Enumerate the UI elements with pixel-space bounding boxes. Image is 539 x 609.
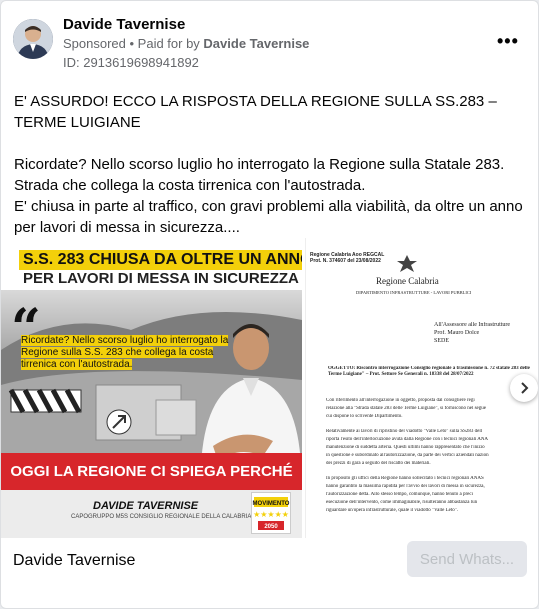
- politician-photo: [193, 306, 301, 466]
- doc-body-line: Con riferimento all'interrogazione in og…: [326, 398, 475, 403]
- svg-text:★★★★★: ★★★★★: [253, 510, 289, 519]
- doc-body-line: l'autorizzazione detta. Allo stesso temp…: [326, 492, 473, 497]
- signature-role: CAPOGRUPPO M5S CONSIGLIO REGIONALE DELLA…: [71, 514, 252, 520]
- regione-emblem-icon: [397, 255, 417, 272]
- doc-body-line: riguardare un'opera infrastrutturale, qu…: [326, 508, 459, 514]
- carousel-image-2[interactable]: Regione Calabria Aoo REGCAL Prot. N. 374…: [305, 238, 538, 538]
- red-banner: OGGI LA REGIONE CI SPIEGA PERCHÉ: [1, 453, 302, 490]
- protocol-stamp: Regione Calabria Aoo REGCAL Prot. N. 374…: [310, 252, 385, 264]
- paid-for-prefix: • Paid for by: [125, 36, 204, 51]
- chevron-right-icon: [521, 382, 529, 394]
- ad-id: ID: 2913619698941892: [63, 55, 199, 70]
- doc-body-line: esecuzione dell'intervento, come immagin…: [326, 500, 478, 506]
- doc-body-line: riporta l'esito dell'interlocuzione avut…: [326, 436, 489, 442]
- avatar[interactable]: [13, 19, 53, 59]
- doc-body-line: Relativamente ai lavori di ripristino de…: [326, 428, 483, 434]
- doc-body-line: dei prezzi di gara a seguito del riscatt…: [326, 461, 431, 467]
- author-name[interactable]: Davide Tavernise: [63, 16, 185, 33]
- more-options-icon[interactable]: •••: [497, 31, 519, 52]
- doc-body-line: cui dispone lo scrivente Dipartimento.: [326, 414, 403, 420]
- document: Regione Calabria Aoo REGCAL Prot. N. 374…: [306, 238, 538, 538]
- signature-name: DAVIDE TAVERNISE: [93, 500, 199, 512]
- ad-card: Davide Tavernise Sponsored • Paid for by…: [0, 0, 539, 609]
- doc-oggetto: OGGETTO: Riscontro interrogazione Consig…: [328, 366, 530, 377]
- post-body: Ricordate? Nello scorso luglio ho interr…: [14, 156, 523, 236]
- image-headline: S.S. 283 CHIUSA DA OLTRE UN ANNO: [19, 250, 302, 270]
- doc-title: Regione Calabria: [376, 276, 439, 286]
- image-subheadline: PER LAVORI DI MESSA IN SICUREZZA: [23, 270, 299, 287]
- doc-body-line: hanno garantito la massima rapidità per …: [326, 483, 485, 489]
- doc-body-line: manutenzione di suddetta arteria. Questi…: [326, 445, 485, 450]
- footer-page-name[interactable]: Davide Tavernise: [13, 552, 135, 570]
- carousel-image-1[interactable]: S.S. 283 CHIUSA DA OLTRE UN ANNO PER LAV…: [1, 238, 302, 538]
- post-headline: E' ASSURDO! ECCO LA RISPOSTA DELLA REGIO…: [14, 93, 497, 131]
- svg-text:MOVIMENTO: MOVIMENTO: [253, 501, 290, 507]
- m5s-logo: MOVIMENTO ★★★★★ 2050: [251, 492, 291, 534]
- doc-to-2: Prof. Mauro Dolce: [434, 330, 480, 336]
- doc-to-1: All'Assessore alle Infrastrutture: [434, 322, 511, 328]
- movimento-logo-icon: MOVIMENTO ★★★★★ 2050: [253, 497, 290, 530]
- next-arrow-icon[interactable]: [510, 374, 538, 402]
- doc-to-3: SEDE: [434, 338, 449, 344]
- send-whatsapp-button[interactable]: Send Whats...: [407, 541, 527, 577]
- doc-department: DIPARTIMENTO INFRASTRUTTURE - LAVORI PUB…: [356, 290, 472, 295]
- sponsored-line: Sponsored • Paid for by Davide Tavernise: [63, 36, 309, 51]
- paid-for-name: Davide Tavernise: [203, 36, 310, 51]
- avatar-photo-icon: [13, 19, 53, 59]
- person-icon: [201, 324, 301, 466]
- doc-body-line: In proposito gli uffici della Regione ha…: [326, 475, 484, 481]
- post-text: E' ASSURDO! ECCO LA RISPOSTA DELLA REGIO…: [14, 91, 529, 259]
- doc-body-line: relazione alla "Strada statale 283 delle…: [326, 406, 486, 412]
- sponsored-label: Sponsored: [63, 36, 126, 51]
- doc-body-line: in questione è subordinato all'autorizza…: [326, 453, 489, 459]
- svg-text:2050: 2050: [264, 524, 278, 530]
